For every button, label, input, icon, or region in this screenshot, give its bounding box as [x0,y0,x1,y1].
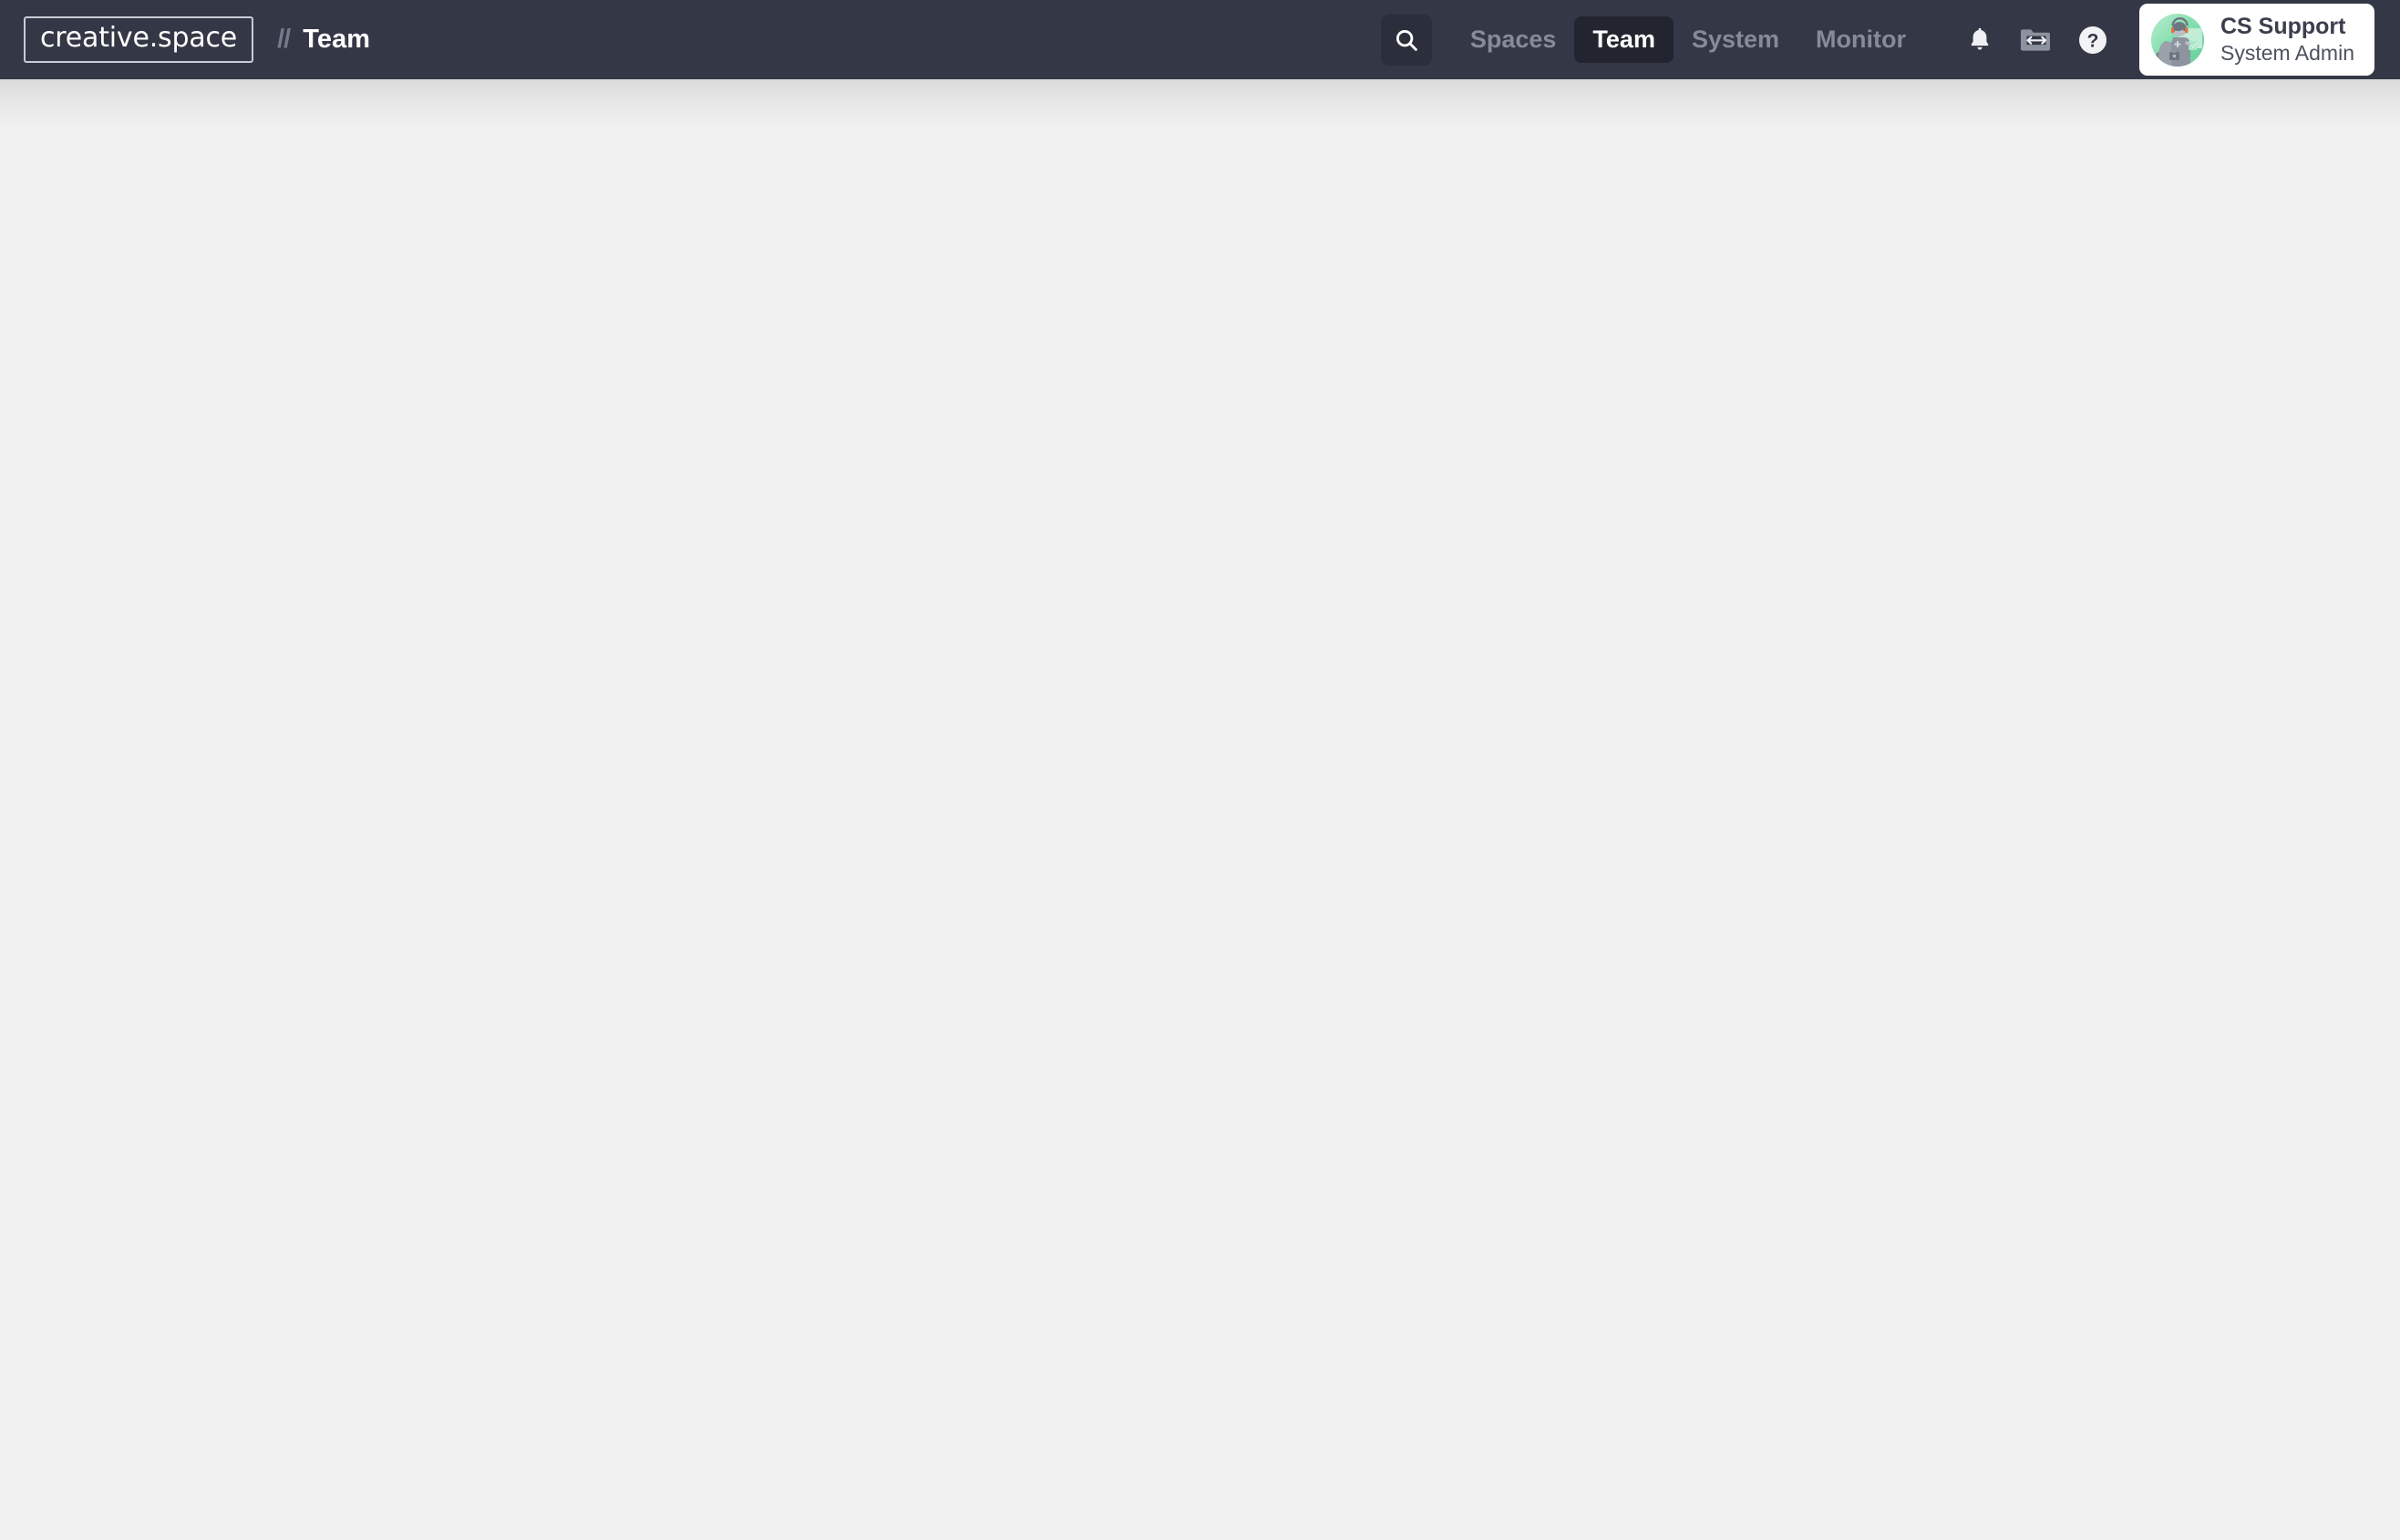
brand-group: creative.space // Team [24,16,370,63]
user-meta: CS Support System Admin [2220,14,2354,66]
main-content-area [0,79,2400,1540]
page-title: Team [303,25,371,54]
nav-item-monitor[interactable]: Monitor [1797,16,1924,64]
app-logo-text: creative.space [40,22,238,54]
folder-transfer-icon [2019,26,2054,55]
user-role: System Admin [2220,41,2354,66]
nav-cluster: Spaces Team System Monitor ? CS Support … [1380,4,2374,76]
app-logo[interactable]: creative.space [24,16,254,63]
svg-text:?: ? [2087,30,2099,51]
user-name: CS Support [2220,14,2346,40]
search-icon [1393,26,1420,54]
help-circle-icon: ? [2077,25,2108,56]
help-button[interactable]: ? [2065,12,2121,68]
breadcrumb: // Team [277,25,370,55]
primary-nav: Spaces Team System Monitor [1452,15,1924,64]
breadcrumb-separator: // [277,25,291,54]
user-account-card[interactable]: CS Support System Admin [2139,4,2374,76]
utility-icon-group: ? [1952,12,2121,68]
nav-item-team[interactable]: Team [1574,15,1674,64]
search-button[interactable] [1380,14,1432,66]
nav-item-spaces[interactable]: Spaces [1452,16,1575,64]
nav-item-system[interactable]: System [1674,16,1797,64]
app-root: creative.space // Team Spaces Team Syste… [0,0,2400,1540]
avatar [2151,13,2204,67]
file-transfer-button[interactable] [2008,12,2065,68]
notifications-button[interactable] [1952,12,2008,68]
support-agent-avatar-illustration [2151,13,2204,67]
bell-icon [1966,26,1993,55]
content-body [0,79,2400,1540]
top-navigation-bar: creative.space // Team Spaces Team Syste… [0,0,2400,79]
